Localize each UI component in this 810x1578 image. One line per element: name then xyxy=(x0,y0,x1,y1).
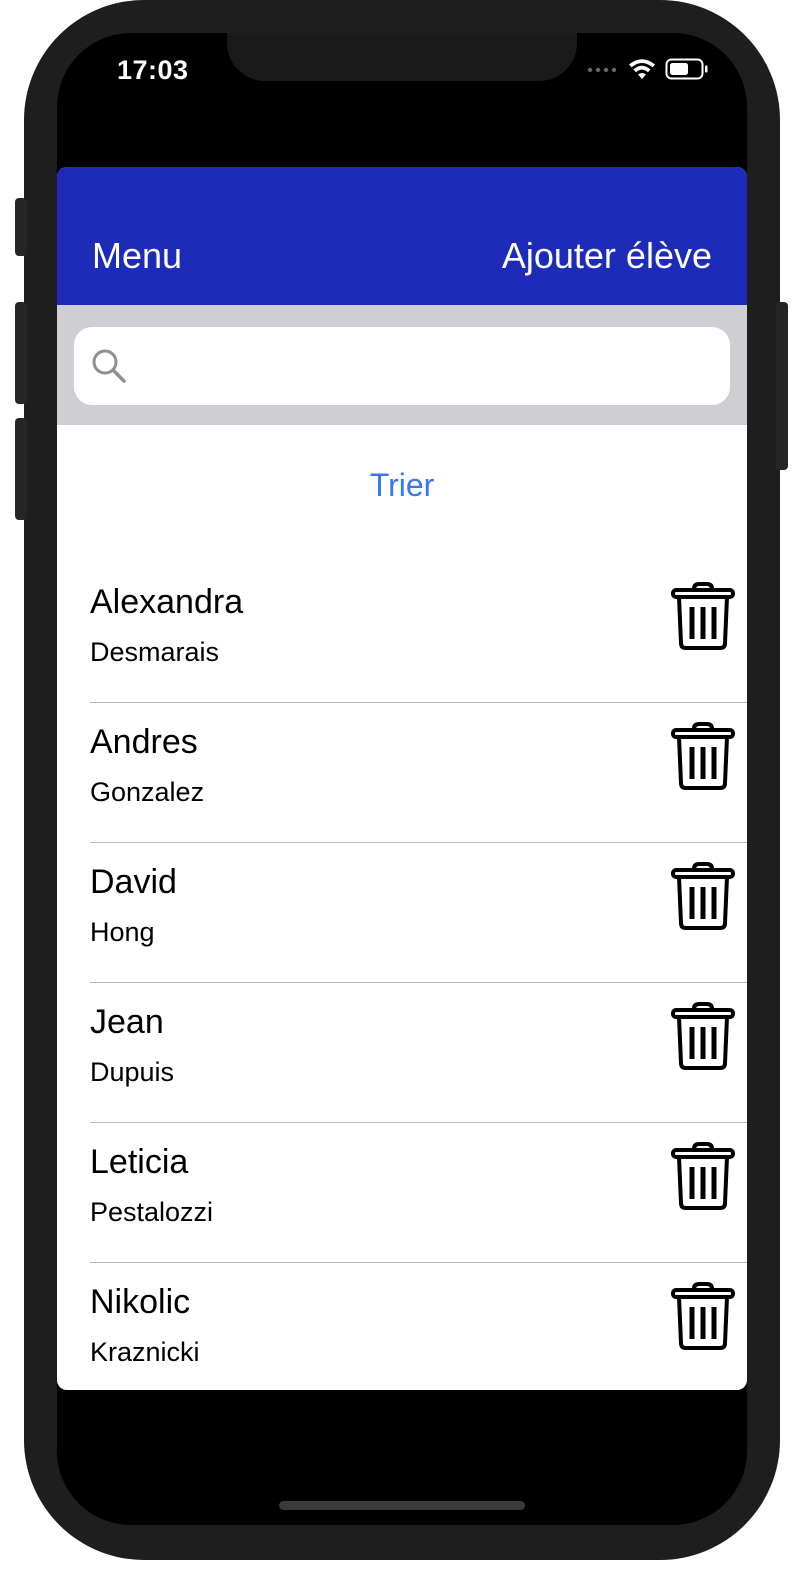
app-area: Menu Ajouter élève Trier Alexandra Desma… xyxy=(57,167,747,1390)
trash-icon[interactable] xyxy=(669,1141,737,1211)
student-first-name: Leticia xyxy=(90,1143,189,1181)
status-time: 17:03 xyxy=(117,55,189,85)
sort-button[interactable]: Trier xyxy=(57,467,747,504)
search-field[interactable] xyxy=(74,327,730,405)
student-last-name: Dupuis xyxy=(90,1057,175,1087)
volume-up-button xyxy=(15,302,27,404)
student-last-name: Gonzalez xyxy=(90,777,205,807)
student-last-name: Hong xyxy=(90,917,155,947)
status-icons xyxy=(587,57,709,81)
trash-icon[interactable] xyxy=(669,721,737,791)
search-icon xyxy=(92,349,126,383)
list-item[interactable]: Leticia Pestalozzi xyxy=(57,1123,747,1263)
student-first-name: Andres xyxy=(90,723,198,761)
student-first-name: Jean xyxy=(90,1003,164,1041)
student-first-name: Alexandra xyxy=(90,583,244,621)
list-item[interactable]: Andres Gonzalez xyxy=(57,703,747,843)
list-item[interactable]: David Hong xyxy=(57,843,747,983)
power-button xyxy=(776,302,788,470)
battery-icon xyxy=(665,58,708,80)
volume-down-button xyxy=(15,418,27,520)
student-first-name: Nikolic xyxy=(90,1283,191,1321)
search-bar xyxy=(57,305,747,425)
student-last-name: Kraznicki xyxy=(90,1337,200,1367)
screen: 17:03 Menu Ajouter élève Trier Alexandra… xyxy=(57,33,747,1525)
search-input[interactable] xyxy=(144,348,708,384)
wifi-icon xyxy=(629,59,655,79)
student-last-name: Desmarais xyxy=(90,637,220,667)
trash-icon[interactable] xyxy=(669,861,737,931)
list-item[interactable]: Nikolic Kraznicki xyxy=(57,1263,747,1390)
notch xyxy=(227,33,577,81)
home-indicator[interactable] xyxy=(279,1501,525,1510)
student-list: Alexandra Desmarais Andres Gonzalez Davi… xyxy=(57,563,747,1390)
trash-icon[interactable] xyxy=(669,1001,737,1071)
menu-button[interactable]: Menu xyxy=(92,235,182,277)
trash-icon[interactable] xyxy=(669,581,737,651)
mute-switch xyxy=(15,198,27,256)
add-student-button[interactable]: Ajouter élève xyxy=(502,235,712,277)
list-item[interactable]: Jean Dupuis xyxy=(57,983,747,1123)
trash-icon[interactable] xyxy=(669,1281,737,1351)
list-item[interactable]: Alexandra Desmarais xyxy=(57,563,747,703)
signal-icon xyxy=(587,67,617,73)
student-first-name: David xyxy=(90,863,177,901)
nav-bar: Menu Ajouter élève xyxy=(57,167,747,305)
student-last-name: Pestalozzi xyxy=(90,1197,214,1227)
